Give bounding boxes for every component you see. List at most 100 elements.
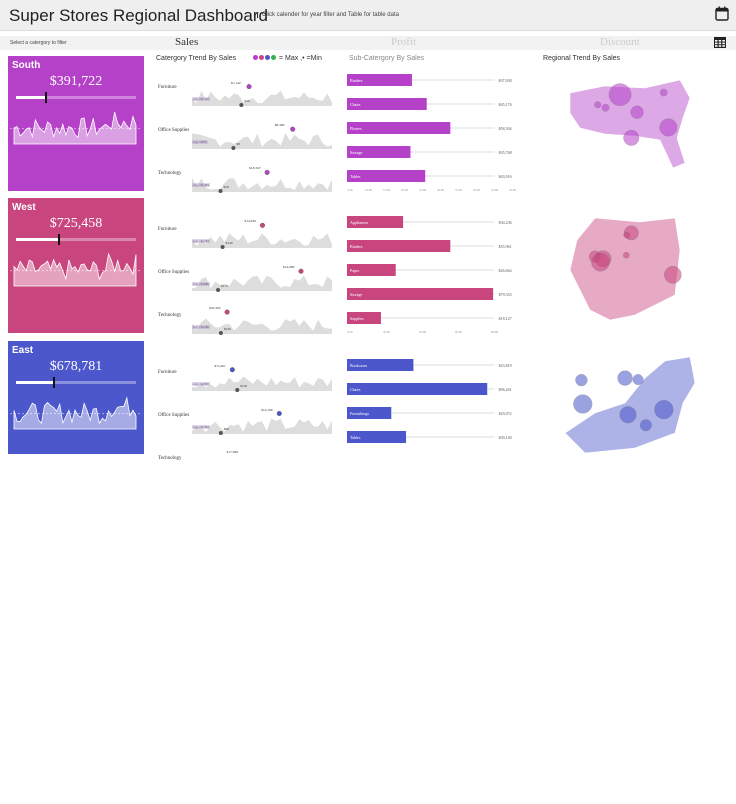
subcat-label: Binders <box>350 244 363 249</box>
category-bar <box>16 507 104 508</box>
calendar-icon[interactable] <box>715 6 729 21</box>
trend-row-label: Office Supplies <box>158 270 190 275</box>
trend-max-point <box>246 84 252 90</box>
subcat-bar <box>347 122 451 134</box>
subcat-label: Binders <box>350 78 363 83</box>
category-bar <box>16 517 138 518</box>
category-filter-technology[interactable]: Technology <box>16 510 138 518</box>
subcat-axis-tick: 5.0K <box>347 188 353 192</box>
map-sales-bubble <box>594 101 602 109</box>
max-min-legend: = Max ,• =Min <box>253 55 322 62</box>
subcat-value: $29,072 <box>498 411 512 416</box>
region-card-south[interactable]: South$391,722FurnitureOffice SuppliesTec… <box>8 56 144 234</box>
category-filter-technology[interactable]: Technology <box>16 796 138 804</box>
trend-min-label: $195 <box>240 384 248 388</box>
region-sales-value: $725,458 <box>49 216 103 231</box>
subcat-axis-tick: 45.0K <box>491 188 499 192</box>
subcat-value: $39,140 <box>498 435 512 440</box>
tab-sales[interactable]: Sales <box>175 36 198 48</box>
trend-max-label: $18,347 <box>249 166 261 171</box>
subcat-value: $18,127 <box>498 316 512 321</box>
progress-marker <box>58 234 61 245</box>
category-bar <box>16 497 124 498</box>
category-filter-office-supplies[interactable]: Office Supplies <box>16 500 136 508</box>
trend-max-label: $15,401 <box>214 363 226 368</box>
map-sales-bubble <box>664 266 682 284</box>
region-card-east[interactable]: East $678,781 Furniture Office Supplies Tech… <box>8 341 144 804</box>
dashboard-header: Super Stores Regional Dashboard Click ca… <box>0 0 736 31</box>
map-sales-bubble <box>617 370 633 386</box>
trend-sparkline <box>192 376 332 391</box>
trend-avg-label: avg = $2,284 <box>192 425 210 429</box>
legend-dot-south <box>253 55 258 60</box>
subcat-axis-tick: 40.0K <box>419 330 427 334</box>
trend-min-point <box>218 331 223 335</box>
subcat-axis-tick: 60.0K <box>455 330 463 334</box>
region-name: West <box>12 202 36 213</box>
category-filter-furniture[interactable]: Furniture <box>16 490 136 498</box>
tab-profit[interactable]: Profit <box>391 36 416 48</box>
map-sales-bubble <box>608 83 632 106</box>
tab-discount[interactable]: Discount <box>600 36 640 48</box>
subcat-value: $58,304 <box>498 126 512 131</box>
subcat-axis-tick: 25.0K <box>419 188 427 192</box>
subcat-label: Storage <box>350 292 363 297</box>
trend-row-label: Office Supplies <box>158 128 190 133</box>
trend-min-point <box>220 245 225 249</box>
category-filter-office-supplies[interactable]: Office Supplies <box>16 786 136 794</box>
regional-column-title: Regional Trend By Sales <box>543 55 621 62</box>
map-sales-bubble <box>623 251 630 259</box>
trend-min-point <box>239 103 244 107</box>
map-sales-bubble <box>594 250 612 268</box>
subcat-value: $79,333 <box>498 292 512 297</box>
trend-min-point <box>235 388 240 392</box>
region-name: East <box>12 345 34 356</box>
trend-max-label: $12,166 <box>261 407 273 412</box>
region-map-south <box>569 79 691 169</box>
progress-fill <box>16 96 46 99</box>
map-sales-bubble <box>623 231 630 239</box>
table-icon[interactable] <box>714 37 726 48</box>
subcat-value: $35,768 <box>498 150 512 155</box>
subcat-label: Tables <box>350 174 361 179</box>
map-sales-bubble <box>659 118 678 137</box>
category-bar <box>16 783 124 784</box>
subcat-value: $55,961 <box>498 244 512 249</box>
map-sales-bubble <box>639 419 652 432</box>
map-sales-bubble <box>659 88 668 97</box>
trend-sparkline <box>192 275 332 291</box>
trend-max-label: $6,390 <box>274 123 285 128</box>
trend-avg-label: avg = $1,552 <box>192 97 210 101</box>
trend-avg-label: avg = $1,084 <box>192 183 210 187</box>
subcat-axis-tick: 30.0K <box>437 188 445 192</box>
map-sales-bubble <box>632 374 644 386</box>
trend-row-label: Furniture <box>158 227 177 232</box>
map-sales-bubble <box>588 250 601 263</box>
legend-dot-east <box>265 55 270 60</box>
progress-marker <box>53 377 56 388</box>
map-sales-bubble <box>573 394 593 414</box>
region-card-west[interactable]: West $725,458 Furniture Office Supplies Tech… <box>8 198 144 518</box>
trend-min-label: $175 <box>221 284 229 288</box>
region-name: South <box>12 60 41 71</box>
trend-max-label: $20,392 <box>209 306 221 311</box>
trend-sparkline <box>192 418 332 434</box>
subcat-label: Chairs <box>350 387 361 392</box>
trend-row-label: Office Supplies <box>158 413 190 418</box>
trend-min-point <box>231 146 236 150</box>
category-filter-furniture[interactable]: Furniture <box>16 776 136 784</box>
dashboard-subtitle: Click calender for year filter and Table… <box>257 12 399 18</box>
trend-max-point <box>224 309 230 315</box>
trend-min-label: $8 <box>236 142 240 146</box>
subcat-column-title: Sub-Catergory By Sales <box>349 55 425 62</box>
map-sales-bubble <box>630 105 644 119</box>
trend-max-point <box>264 169 270 175</box>
trend-min-label: $46 <box>244 99 250 103</box>
trend-avg-label: avg = $2,850 <box>192 382 210 386</box>
trend-min-label: $69 <box>223 427 230 431</box>
trend-min-label: $29 <box>223 185 229 189</box>
subcat-label: Appliances <box>350 220 368 225</box>
trend-min-point <box>218 189 223 193</box>
subcat-label: Furnishings <box>350 411 369 416</box>
trend-min-label: $149 <box>225 241 233 245</box>
